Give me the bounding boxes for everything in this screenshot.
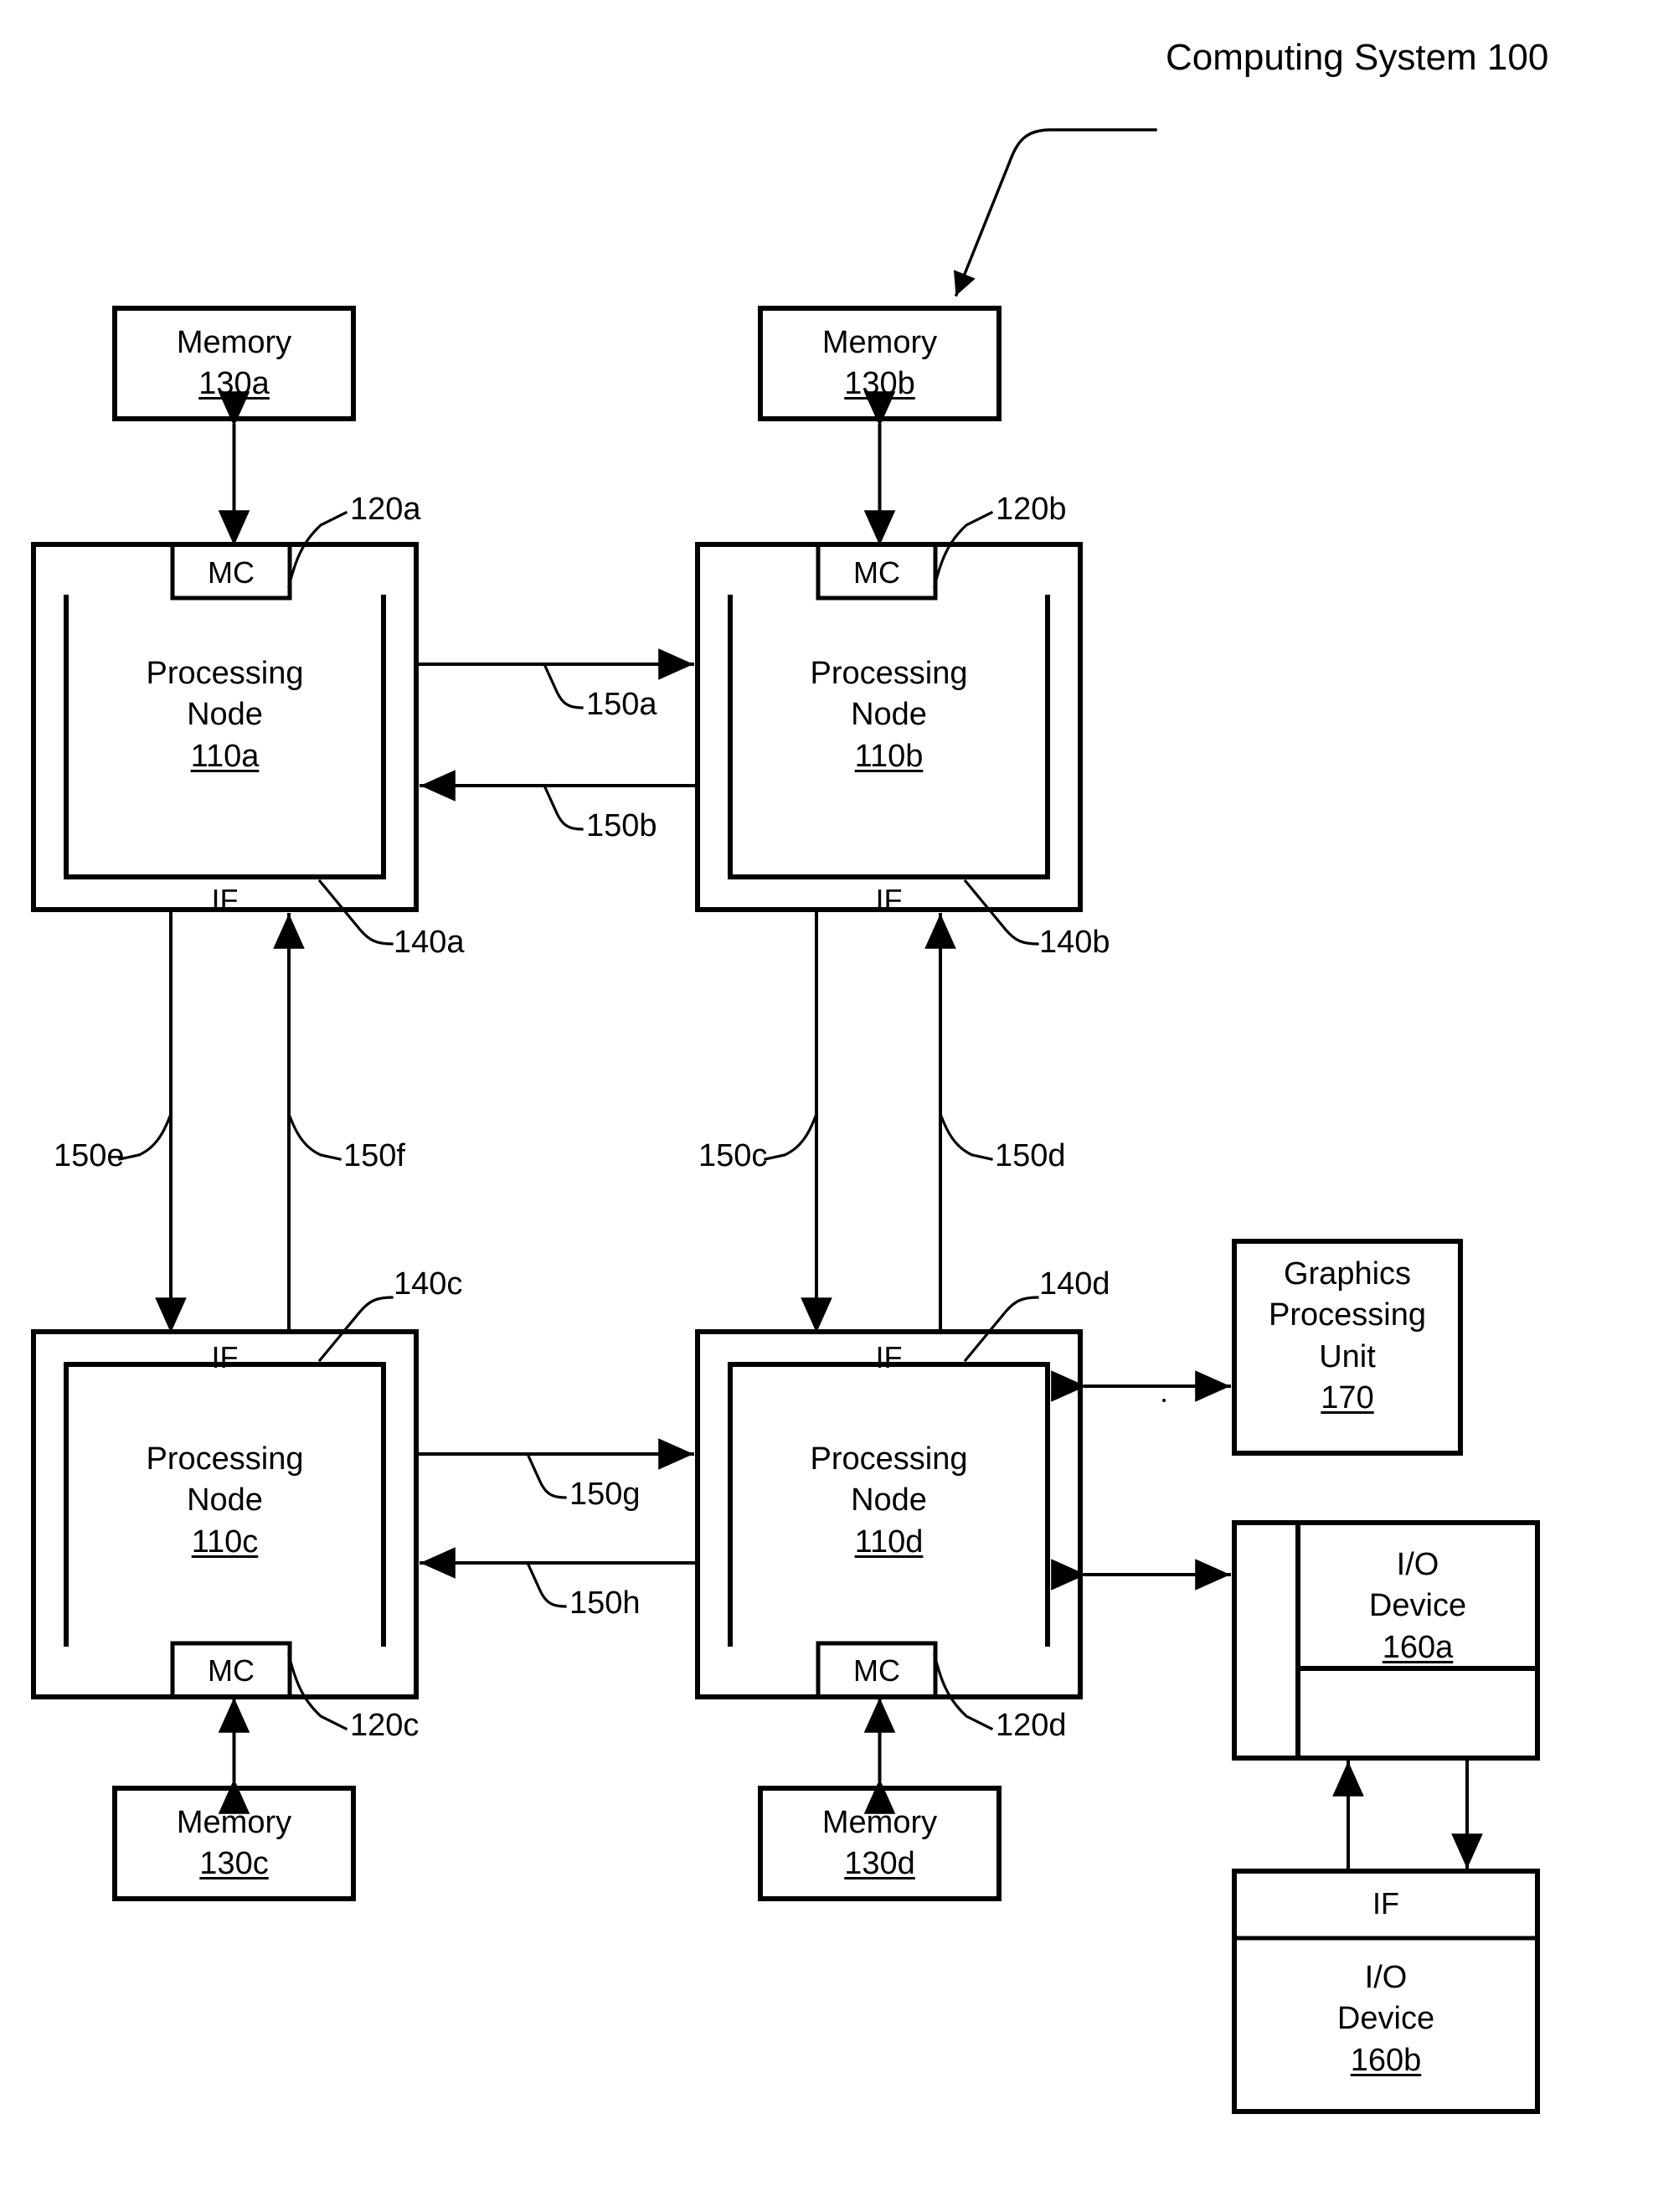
io-line1-160b: I/O <box>1364 1960 1408 1995</box>
figure-title: Computing System 100 <box>1166 37 1549 78</box>
io-ref-160a: 160a <box>1382 1629 1454 1665</box>
ref-label-150g: 150g <box>569 1477 641 1512</box>
mc-leader-120d <box>933 1653 994 1731</box>
memory-ref-130b: 130b <box>844 366 915 402</box>
node-ref-110c: 110c <box>191 1524 259 1560</box>
if-label-140d: IF <box>875 1340 903 1374</box>
link-leader-150e <box>118 1111 173 1161</box>
io-label-160b: I/O Device 160b <box>1234 1957 1537 2081</box>
io-line2-160a: Device <box>1368 1588 1467 1624</box>
mc-leader-120b <box>933 510 994 588</box>
memory-name-130b: Memory <box>821 325 938 360</box>
if-label-140a: IF <box>211 883 239 917</box>
ref-label-150h: 150h <box>569 1586 641 1621</box>
memory-name-130c: Memory <box>176 1805 292 1840</box>
mc-label-120d: MC <box>853 1653 900 1688</box>
title-leader-line <box>953 128 1157 297</box>
link-leader-150d <box>938 1111 993 1161</box>
link-leader-150g <box>525 1451 567 1499</box>
node-line1-110c: Processing <box>146 1441 304 1477</box>
speck-dot <box>1162 1399 1166 1402</box>
ref-label-150a: 150a <box>586 687 657 722</box>
memory-name-130a: Memory <box>176 325 292 360</box>
figure-canvas: Computing System 100 Memory 130a Memory … <box>0 0 1653 2212</box>
node-line2-110c: Node <box>187 1482 263 1518</box>
node-label-110c: Processing Node 110c <box>66 1439 384 1563</box>
mc-leader-120a <box>287 510 348 588</box>
memory-label-130c: Memory 130c <box>115 1802 353 1885</box>
ref-label-120c: 120c <box>350 1708 420 1743</box>
memory-ref-130a: 130a <box>198 366 270 402</box>
link-leader-150b <box>542 783 584 831</box>
io-line2-160b: Device <box>1336 2001 1435 2037</box>
ref-label-140b: 140b <box>1039 925 1110 960</box>
ref-label-150d: 150d <box>995 1138 1066 1173</box>
gpu-line2: Processing <box>1269 1297 1426 1333</box>
gpu-line1: Graphics <box>1283 1256 1412 1292</box>
node-ref-110a: 110a <box>190 738 260 774</box>
ref-label-120d: 120d <box>996 1708 1067 1743</box>
io-line1-160a: I/O <box>1396 1547 1439 1582</box>
ref-label-150b: 150b <box>586 808 657 843</box>
link-leader-150c <box>764 1111 819 1161</box>
node-ref-110d: 110d <box>854 1524 924 1560</box>
memory-label-130b: Memory 130b <box>760 322 999 405</box>
node-label-110d: Processing Node 110d <box>730 1439 1048 1563</box>
link-leader-150a <box>542 662 584 709</box>
mc-label-120c: MC <box>208 1653 255 1688</box>
gpu-label-170: Graphics Processing Unit 170 <box>1234 1254 1460 1420</box>
memory-label-130d: Memory 130d <box>760 1802 999 1885</box>
node-line2-110d: Node <box>851 1482 927 1518</box>
mc-label-120a: MC <box>208 555 255 590</box>
ref-label-140a: 140a <box>394 925 465 960</box>
if-label-140b: IF <box>875 883 903 917</box>
ref-label-120b: 120b <box>996 492 1067 527</box>
node-line2-110a: Node <box>187 697 263 733</box>
node-line2-110b: Node <box>851 697 927 733</box>
mc-leader-120c <box>287 1653 348 1731</box>
io-label-160a: I/O Device 160a <box>1298 1544 1537 1668</box>
ref-label-150f: 150f <box>343 1138 405 1173</box>
node-ref-110b: 110b <box>854 738 924 774</box>
gpu-line3: Unit <box>1319 1338 1376 1374</box>
node-line1-110d: Processing <box>810 1441 968 1477</box>
ref-label-140d: 140d <box>1039 1266 1110 1302</box>
ref-label-150e: 150e <box>54 1138 125 1173</box>
memory-ref-130d: 130d <box>844 1846 915 1882</box>
node-label-110b: Processing Node 110b <box>730 653 1048 777</box>
node-line1-110a: Processing <box>146 656 304 691</box>
node-label-110a: Processing Node 110a <box>66 653 384 777</box>
io-if-label-160b: IF <box>1372 1886 1399 1921</box>
mc-label-120b: MC <box>853 555 900 590</box>
gpu-ref-170: 170 <box>1321 1380 1374 1416</box>
ref-label-140c: 140c <box>394 1266 463 1302</box>
link-leader-150h <box>525 1560 567 1608</box>
link-leader-150f <box>286 1111 342 1161</box>
node-line1-110b: Processing <box>810 656 968 691</box>
if-label-140c: IF <box>211 1340 239 1374</box>
ref-label-120a: 120a <box>350 492 421 527</box>
ref-label-150c: 150c <box>698 1138 768 1173</box>
io-ref-160b: 160b <box>1350 2042 1422 2078</box>
memory-ref-130c: 130c <box>199 1846 269 1882</box>
memory-label-130a: Memory 130a <box>115 322 353 405</box>
memory-name-130d: Memory <box>821 1805 938 1840</box>
